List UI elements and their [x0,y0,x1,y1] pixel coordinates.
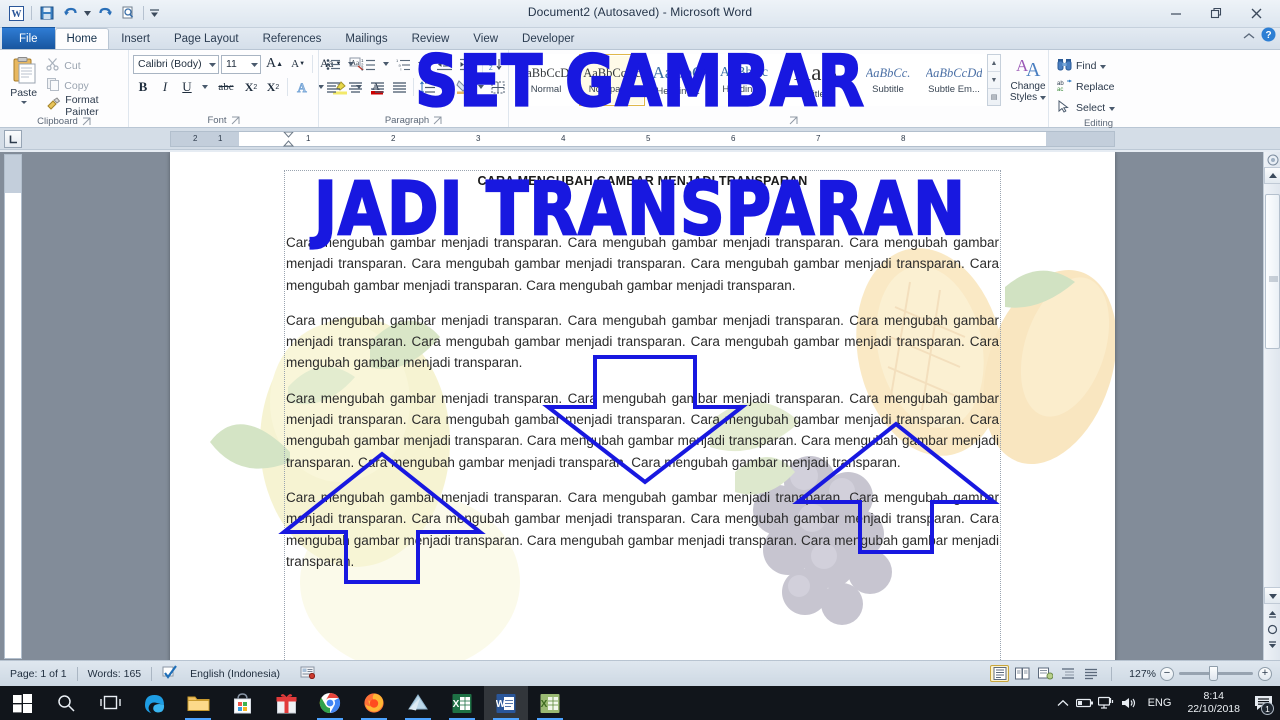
excel-icon[interactable]: X [440,686,484,720]
next-page-icon[interactable] [1266,639,1279,652]
system-tray: ENG 8:14 22/10/2018 1 [1052,686,1280,720]
word-count[interactable]: Words: 165 [78,661,152,686]
outline-view-button[interactable] [1059,665,1078,682]
zoom-level[interactable]: 127% [1122,668,1156,680]
full-screen-reading-view-button[interactable] [1013,665,1032,682]
clock[interactable]: 8:14 22/10/2018 [1179,690,1248,716]
window-controls [1156,0,1276,26]
status-divider-3 [1111,666,1112,681]
svg-text:W: W [496,699,506,710]
ruler-num: 6 [731,134,736,143]
zoom-slider-track[interactable] [1179,666,1253,681]
zoom-slider-thumb[interactable] [1209,666,1218,681]
select-browse-object-icon[interactable] [1266,153,1279,166]
minimize-button[interactable] [1156,0,1196,26]
ruler-num: 2 [193,134,198,143]
ruler-num: 5 [646,134,651,143]
ruler-num: 3 [476,134,481,143]
arrow-up-left-annotation [278,451,486,584]
language-indicator[interactable]: ENG [1140,697,1180,709]
indent-markers[interactable] [282,131,295,147]
network-icon[interactable] [1096,686,1118,720]
tab-stop-left-icon[interactable] [4,130,22,148]
edge-icon[interactable] [132,686,176,720]
gift-icon[interactable] [264,686,308,720]
word-window: W Document2 (Autosaved) - Microsoft Word… [0,0,1280,686]
scroll-down-button[interactable] [1264,587,1280,604]
close-button[interactable] [1236,0,1276,26]
volume-icon[interactable] [1118,686,1140,720]
horizontal-ruler[interactable]: 2 1 1 2 3 4 5 6 7 8 [170,131,1115,147]
svg-text:X: X [453,699,460,710]
search-icon[interactable] [44,686,88,720]
macro-record-button[interactable] [290,661,325,686]
collapse-ribbon-icon[interactable] [1243,28,1255,46]
arrow-down-annotation [542,355,748,485]
clock-time: 8:14 [1203,690,1224,702]
zoom-in-button[interactable]: + [1258,666,1272,681]
chrome-icon[interactable] [308,686,352,720]
ruler-num: 7 [816,134,821,143]
ruler-num: 2 [391,134,396,143]
screen: W Document2 (Autosaved) - Microsoft Word… [0,0,1280,720]
arrow-up-right-annotation [792,421,1000,554]
svg-text:X: X [541,699,548,710]
window-title: Document2 (Autosaved) - Microsoft Word [527,5,753,19]
overlay-title-line-2: JADI TRANSPARAN [313,165,967,252]
macro-record-icon [300,665,316,682]
photos-icon[interactable] [396,686,440,720]
zoom-out-button[interactable]: − [1160,666,1174,681]
ribbon-tools: ? [1243,27,1276,47]
zoom-slider[interactable]: − + [1160,666,1272,681]
language-indicator[interactable]: English (Indonesia) [188,661,290,686]
svg-text:?: ? [1265,30,1271,41]
status-bar: Page: 1 of 1 Words: 165 English (Indones… [0,660,1280,686]
proofing-check-icon [162,665,178,682]
restore-button[interactable] [1196,0,1236,26]
firefox-icon[interactable] [352,686,396,720]
word-icon[interactable]: W [484,686,528,720]
ruler-num: 1 [218,134,223,143]
ruler-area: 2 1 1 2 3 4 5 6 7 8 [0,128,1280,150]
print-layout-view-button[interactable] [990,665,1009,682]
task-view-icon[interactable] [88,686,132,720]
select-browse-object-2-icon[interactable] [1266,623,1279,636]
help-icon[interactable]: ? [1261,27,1276,47]
battery-icon[interactable] [1074,686,1096,720]
notification-count: 1 [1261,702,1274,715]
microsoft-store-icon[interactable] [220,686,264,720]
taskbar: X W X ENG 8:14 22/10/2018 1 [0,686,1280,720]
ruler-num: 8 [901,134,906,143]
web-layout-view-button[interactable] [1036,665,1055,682]
chevron-up-icon[interactable] [1052,686,1074,720]
excel-2-icon[interactable]: X [528,686,572,720]
start-button[interactable] [0,686,44,720]
ruler-left-margin [171,132,239,146]
page-indicator[interactable]: Page: 1 of 1 [0,661,77,686]
action-center-icon[interactable]: 1 [1248,686,1278,720]
clipboard-dialog-launcher-icon[interactable] [82,117,91,126]
previous-page-icon[interactable] [1266,607,1279,620]
scrollbar-grip-icon [1269,269,1278,281]
ruler-right-margin [1046,132,1114,146]
clock-date: 22/10/2018 [1187,703,1240,715]
proofing-status[interactable] [152,661,188,686]
ruler-num: 4 [561,134,566,143]
title-bar: W Document2 (Autosaved) - Microsoft Word [0,0,1280,28]
file-explorer-icon[interactable] [176,686,220,720]
draft-view-button[interactable] [1082,665,1101,682]
overlay-title-line-1: SET GAMBAR [414,40,865,124]
ruler-num: 1 [306,134,311,143]
status-bar-right: 127% − + [990,665,1280,682]
